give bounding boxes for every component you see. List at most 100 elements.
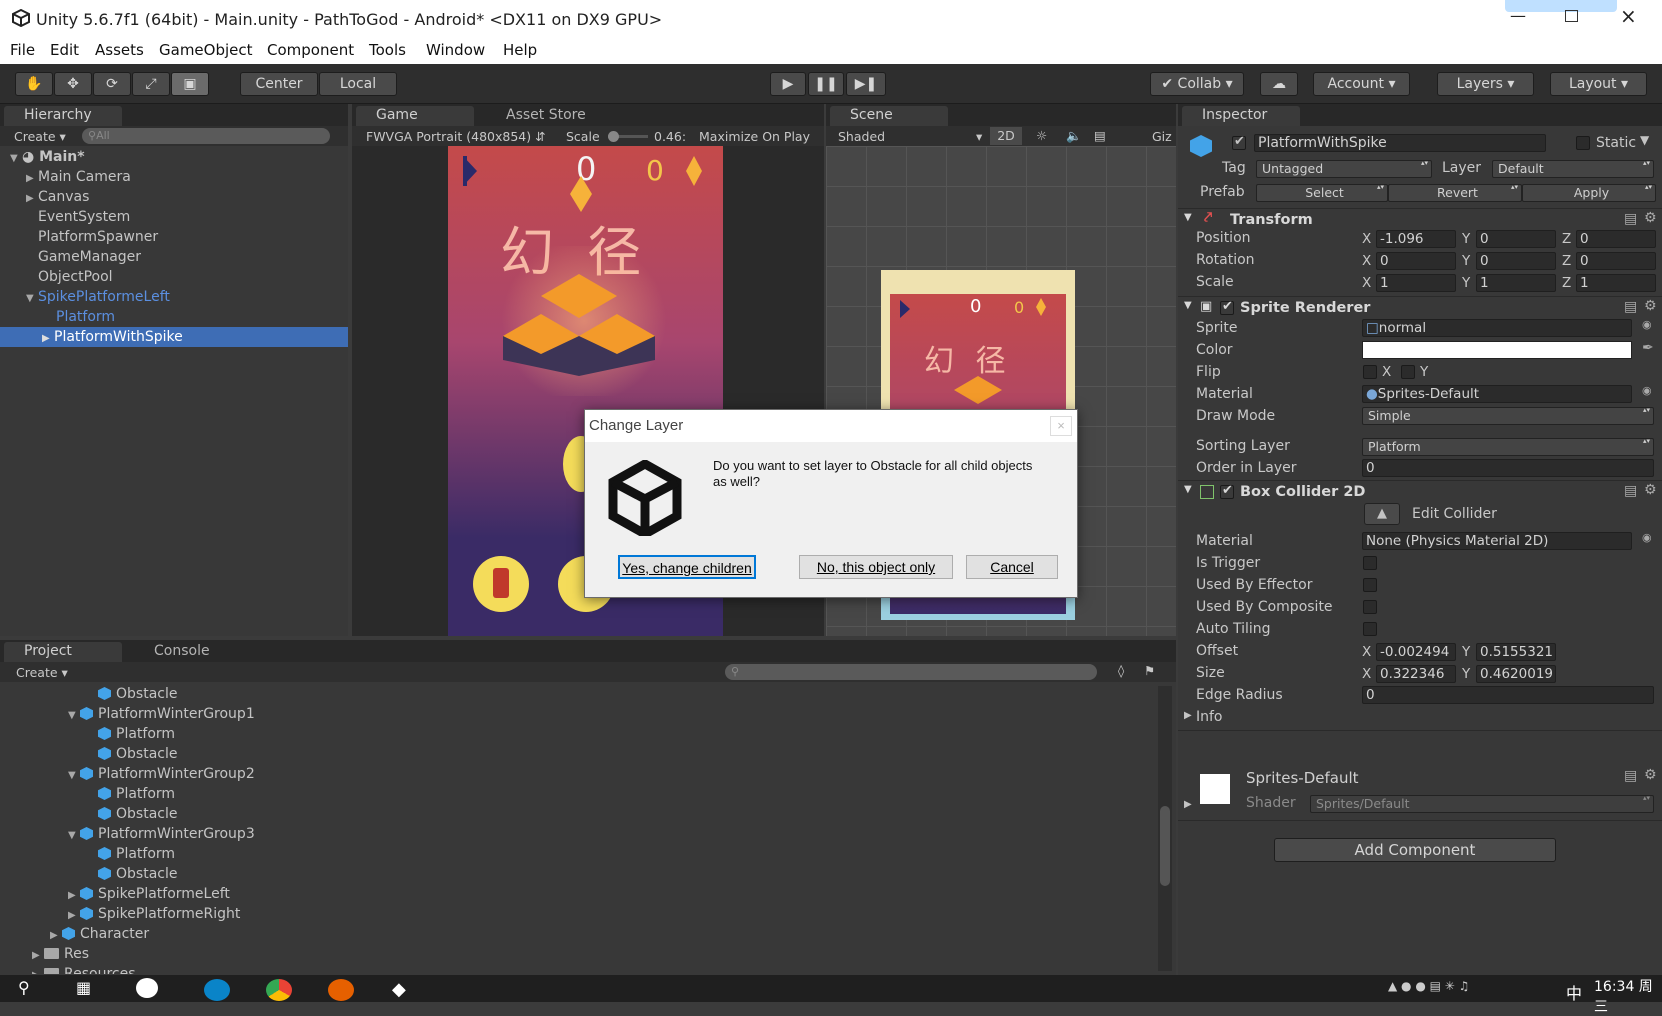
menu-help[interactable]: Help [503, 41, 537, 59]
hierarchy-item-spikeplatformeleft[interactable]: ▼ SpikePlatformeLeft [26, 287, 170, 307]
project-item[interactable]: ▼ PlatformWinterGroup2 [68, 764, 255, 784]
scale-slider[interactable] [608, 131, 648, 142]
project-item[interactable]: Platform [86, 844, 175, 864]
size-y-field[interactable]: 0.4620019 [1476, 665, 1556, 683]
search-icon[interactable]: ⚲ [18, 978, 30, 997]
scale-x-field[interactable]: 1 [1376, 274, 1456, 292]
auto-tiling-checkbox[interactable] [1363, 622, 1377, 636]
collapsed-arrow-icon[interactable]: ▶ [50, 926, 62, 946]
hierarchy-search-input[interactable]: ⚲All [82, 128, 330, 144]
add-component-button[interactable]: Add Component [1274, 838, 1556, 862]
hierarchy-item-canvas[interactable]: ▶ Canvas [26, 187, 89, 207]
pause-button[interactable]: ❚❚ [808, 72, 844, 96]
gear-icon[interactable]: ⚙ [1644, 482, 1657, 498]
project-item[interactable]: ▶ SpikePlatformeRight [68, 904, 240, 924]
collapsed-arrow-icon[interactable]: ▶ [32, 946, 44, 966]
collapsed-arrow-icon[interactable]: ▶ [68, 906, 80, 926]
close-icon[interactable]: × [1620, 6, 1637, 26]
layers-dropdown[interactable]: Layers ▾ [1437, 72, 1534, 96]
no-this-object-only-button[interactable]: No, this object only [799, 555, 953, 579]
edit-collider-button[interactable]: ▲ [1364, 503, 1400, 525]
clock[interactable]: 16:34 周三 [1594, 976, 1662, 1016]
box-collider-header[interactable]: ▼ ✔ Box Collider 2D ▤ ⚙ [1178, 480, 1662, 504]
account-dropdown[interactable]: Account ▾ [1313, 72, 1410, 96]
yes-change-children-button[interactable]: Yes, change children [618, 555, 756, 579]
menu-component[interactable]: Component [267, 41, 354, 59]
tab-hierarchy[interactable]: Hierarchy [4, 106, 122, 126]
menu-assets[interactable]: Assets [95, 41, 144, 59]
help-book-icon[interactable]: ▤ [1624, 211, 1637, 227]
info-expand-icon[interactable]: ▶ [1184, 710, 1192, 721]
audio-icon[interactable]: 🔈 [1066, 128, 1082, 144]
project-item[interactable]: Obstacle [86, 864, 177, 884]
play-button[interactable]: ▶ [770, 72, 806, 96]
sorting-layer-dropdown[interactable]: Platform [1362, 437, 1654, 456]
tab-inspector[interactable]: Inspector [1182, 106, 1300, 126]
firefox-icon[interactable] [328, 979, 354, 1001]
chrome-icon[interactable] [266, 979, 292, 1001]
lighting-icon[interactable]: ☼ [1036, 128, 1047, 143]
object-picker-icon[interactable]: ◉ [1642, 318, 1652, 331]
scene-root-item[interactable]: ▼ ◕ Main* [10, 147, 85, 167]
tag-dropdown[interactable]: Untagged [1256, 159, 1432, 178]
edge-icon[interactable] [204, 979, 230, 1001]
menu-tools[interactable]: Tools [369, 41, 406, 59]
used-by-composite-checkbox[interactable] [1363, 600, 1377, 614]
tray-icons[interactable]: ▲ ● ● ▤ ✳ ♫ [1388, 979, 1469, 993]
used-by-effector-checkbox[interactable] [1363, 578, 1377, 592]
pivot-center-button[interactable]: Center [240, 72, 318, 96]
layer-dropdown[interactable]: Default [1492, 159, 1654, 178]
eyedropper-icon[interactable]: ✒ [1642, 340, 1654, 356]
flip-x-checkbox[interactable] [1363, 365, 1377, 379]
project-search-input[interactable]: ⚲ [725, 664, 1097, 680]
hierarchy-item-main-camera[interactable]: ▶ Main Camera [26, 167, 131, 187]
prefab-revert-button[interactable]: Revert [1388, 183, 1522, 202]
hierarchy-item-platformwithspike[interactable]: ▶ PlatformWithSpike [0, 327, 348, 347]
shading-dropdown[interactable]: Shaded [838, 129, 885, 144]
object-picker-icon[interactable]: ◉ [1642, 531, 1652, 544]
expanded-arrow-icon[interactable]: ▼ [68, 706, 80, 726]
unity-taskbar-icon[interactable]: ◆ [392, 979, 406, 1000]
project-item[interactable]: Obstacle [86, 804, 177, 824]
cloud-icon[interactable]: ☁ [1260, 72, 1298, 96]
help-book-icon[interactable]: ▤ [1624, 768, 1637, 784]
help-book-icon[interactable]: ▤ [1624, 483, 1637, 499]
color-swatch[interactable] [1362, 341, 1632, 359]
project-scrollbar[interactable] [1158, 686, 1172, 971]
gear-icon[interactable]: ⚙ [1644, 298, 1657, 314]
position-x-field[interactable]: -1.096 [1376, 230, 1456, 248]
material-expand-icon[interactable]: ▶ [1184, 799, 1192, 810]
transform-header[interactable]: ▼ ⤤ Transform ▤ ⚙ [1178, 208, 1662, 232]
project-item[interactable]: ▶ SpikePlatformeLeft [68, 884, 230, 904]
minimize-icon[interactable]: — [1510, 6, 1526, 25]
prefab-apply-button[interactable]: Apply [1522, 183, 1656, 202]
tab-scene[interactable]: Scene [830, 106, 948, 126]
hand-tool-icon[interactable]: ✋ [15, 72, 53, 96]
box-collider-enabled-checkbox[interactable]: ✔ [1220, 483, 1234, 499]
project-item[interactable]: ▼ PlatformWinterGroup3 [68, 824, 255, 844]
hierarchy-item-platformspawner[interactable]: PlatformSpawner [38, 227, 158, 247]
tab-asset-store[interactable]: Asset Store [486, 106, 606, 126]
effects-icon[interactable]: ▤ [1094, 128, 1106, 143]
hierarchy-create-button[interactable]: Create ▾ [14, 129, 66, 144]
collab-dropdown[interactable]: ✔ Collab ▾ [1150, 72, 1244, 96]
static-checkbox[interactable] [1576, 136, 1590, 150]
size-x-field[interactable]: 0.322346 [1376, 665, 1456, 683]
resolution-dropdown[interactable]: FWVGA Portrait (480x854) ⇵ [366, 129, 546, 144]
dialog-close-icon[interactable]: × [1050, 416, 1072, 436]
sprite-renderer-header[interactable]: ▼ ▣ ✔ Sprite Renderer ▤ ⚙ [1178, 296, 1662, 320]
gear-icon[interactable]: ⚙ [1644, 767, 1657, 783]
scale-tool-icon[interactable]: ⤢ [132, 72, 170, 96]
tab-project[interactable]: Project [4, 642, 122, 662]
project-item[interactable]: ▶ Resources [32, 964, 136, 974]
project-item[interactable]: ▼ PlatformWinterGroup1 [68, 704, 255, 724]
menu-window[interactable]: Window [426, 41, 485, 59]
collider-material-field[interactable]: None (Physics Material 2D) [1362, 532, 1632, 550]
ime-indicator[interactable]: 中 [1566, 980, 1582, 1004]
draw-mode-dropdown[interactable]: Simple [1362, 406, 1654, 425]
static-dropdown-icon[interactable]: ▼ [1640, 133, 1649, 147]
sprite-renderer-enabled-checkbox[interactable]: ✔ [1220, 299, 1234, 315]
project-item[interactable]: ▶ Character [50, 924, 149, 944]
sprite-material-field[interactable]: ●Sprites-Default [1362, 385, 1632, 403]
tab-console[interactable]: Console [134, 642, 234, 662]
